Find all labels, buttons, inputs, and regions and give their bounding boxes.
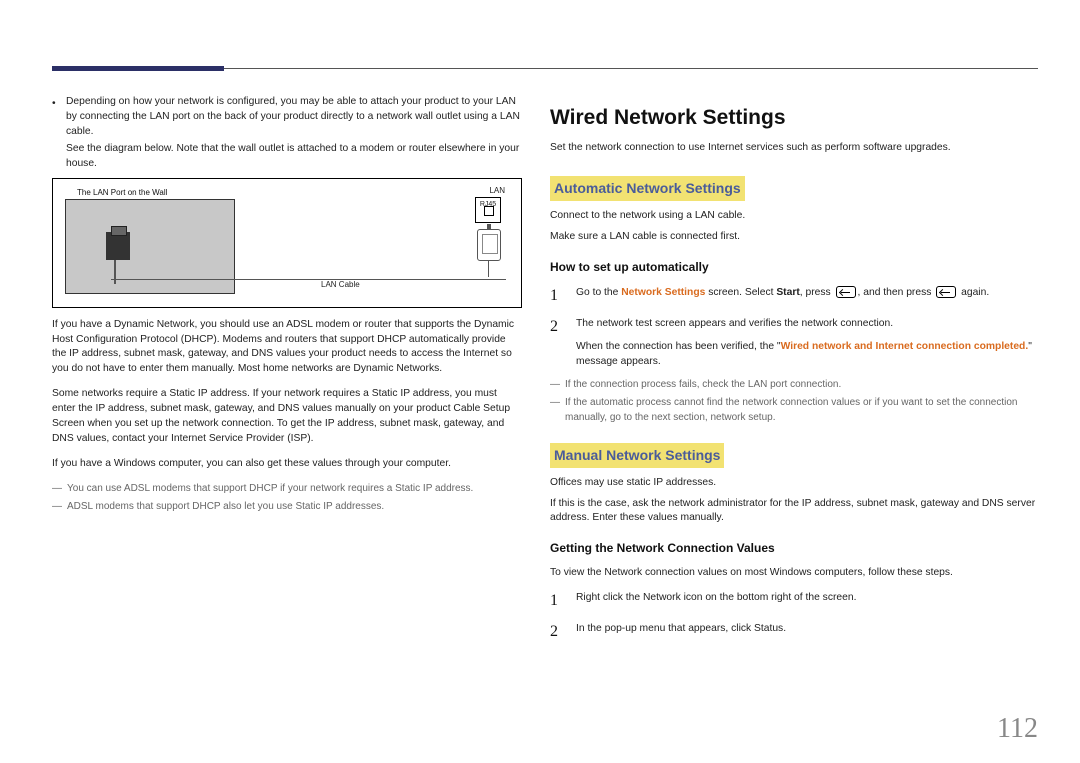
lan-diagram: The LAN Port on the Wall LAN RJ45 LAN Ca… [52, 178, 522, 308]
text: When the connection has been verified, t… [576, 341, 781, 352]
text: , and then press [858, 287, 935, 298]
note-line: ― If the connection process fails, check… [550, 378, 1040, 393]
bullet-item: • Depending on how your network is confi… [52, 95, 522, 172]
step-number: 1 [550, 284, 564, 307]
note-text: If the automatic process cannot find the… [565, 396, 1040, 425]
step-body: Go to the Network Settings screen. Selec… [576, 284, 1040, 301]
page-number: 112 [997, 713, 1038, 745]
bullet-subtext: See the diagram below. Note that the wal… [66, 142, 522, 172]
manual-step-2: 2 In the pop-up menu that appears, click… [550, 620, 1040, 643]
note-line: ― You can use ADSL modems that support D… [52, 482, 522, 497]
note-line: ― ADSL modems that support DHCP also let… [52, 500, 522, 515]
cable-connector-icon [477, 229, 501, 261]
step-2: 2 The network test screen appears and ve… [550, 315, 1040, 370]
auto-p1: Connect to the network using a LAN cable… [550, 209, 1040, 224]
wall-port-icon [106, 232, 130, 260]
right-column: Wired Network Settings Set the network c… [550, 103, 1040, 651]
paragraph-windows: If you have a Windows computer, you can … [52, 457, 522, 472]
bullet-text: Depending on how your network is configu… [66, 95, 522, 140]
text: screen. Select [705, 287, 776, 298]
step-1: 1 Go to the Network Settings screen. Sel… [550, 284, 1040, 307]
wall-port-label: The LAN Port on the Wall [77, 187, 167, 199]
paragraph-dhcp: If you have a Dynamic Network, you shoul… [52, 318, 522, 378]
note-text: ADSL modems that support DHCP also let y… [67, 500, 384, 515]
note-text: If the connection process fails, check t… [565, 378, 841, 393]
step-body: The network test screen appears and veri… [576, 315, 1040, 370]
text: again. [958, 287, 989, 298]
bold-start: Start [776, 287, 799, 298]
step-number: 2 [550, 315, 564, 338]
heading-getting-values: Getting the Network Connection Values [550, 540, 1040, 557]
step2-line1: The network test screen appears and veri… [576, 317, 1040, 332]
rj45-port-icon: RJ45 [475, 197, 501, 223]
section-intro: Set the network connection to use Intern… [550, 141, 1040, 156]
dash-icon: ― [52, 482, 62, 497]
dash-icon: ― [52, 500, 62, 515]
paragraph-static-ip: Some networks require a Static IP addres… [52, 387, 522, 447]
step-number: 2 [550, 620, 564, 643]
manual-step-1: 1 Right click the Network icon on the bo… [550, 589, 1040, 612]
text: Go to the [576, 287, 621, 298]
manual-intro: To view the Network connection values on… [550, 566, 1040, 581]
text: , press [800, 287, 834, 298]
dash-icon: ― [550, 378, 560, 393]
step-number: 1 [550, 589, 564, 612]
manual-p2: If this is the case, ask the network adm… [550, 497, 1040, 527]
step2-line2: When the connection has been verified, t… [576, 340, 1040, 370]
cable-vertical [488, 261, 489, 277]
subsection-manual: Manual Network Settings [550, 443, 724, 467]
step-body: Right click the Network icon on the bott… [576, 589, 1040, 606]
lan-label: LAN [489, 185, 505, 197]
note-text: You can use ADSL modems that support DHC… [67, 482, 473, 497]
manual-p1: Offices may use static IP addresses. [550, 476, 1040, 491]
enter-button-icon [936, 286, 956, 298]
section-title: Wired Network Settings [550, 103, 1040, 133]
note-line: ― If the automatic process cannot find t… [550, 396, 1040, 425]
subsection-auto: Automatic Network Settings [550, 176, 745, 200]
enter-button-icon [836, 286, 856, 298]
left-column: • Depending on how your network is confi… [52, 95, 522, 519]
heading-howto-auto: How to set up automatically [550, 259, 1040, 276]
highlight-completed: Wired network and Internet connection co… [781, 341, 1029, 352]
cable-label: LAN Cable [321, 279, 360, 291]
dash-icon: ― [550, 396, 560, 425]
highlight-network-settings: Network Settings [621, 287, 705, 298]
step-body: In the pop-up menu that appears, click S… [576, 620, 1040, 637]
cable-line [111, 279, 506, 280]
auto-p2: Make sure a LAN cable is connected first… [550, 230, 1040, 245]
top-accent-bar [52, 66, 224, 71]
bullet-dot-icon: • [52, 95, 56, 172]
